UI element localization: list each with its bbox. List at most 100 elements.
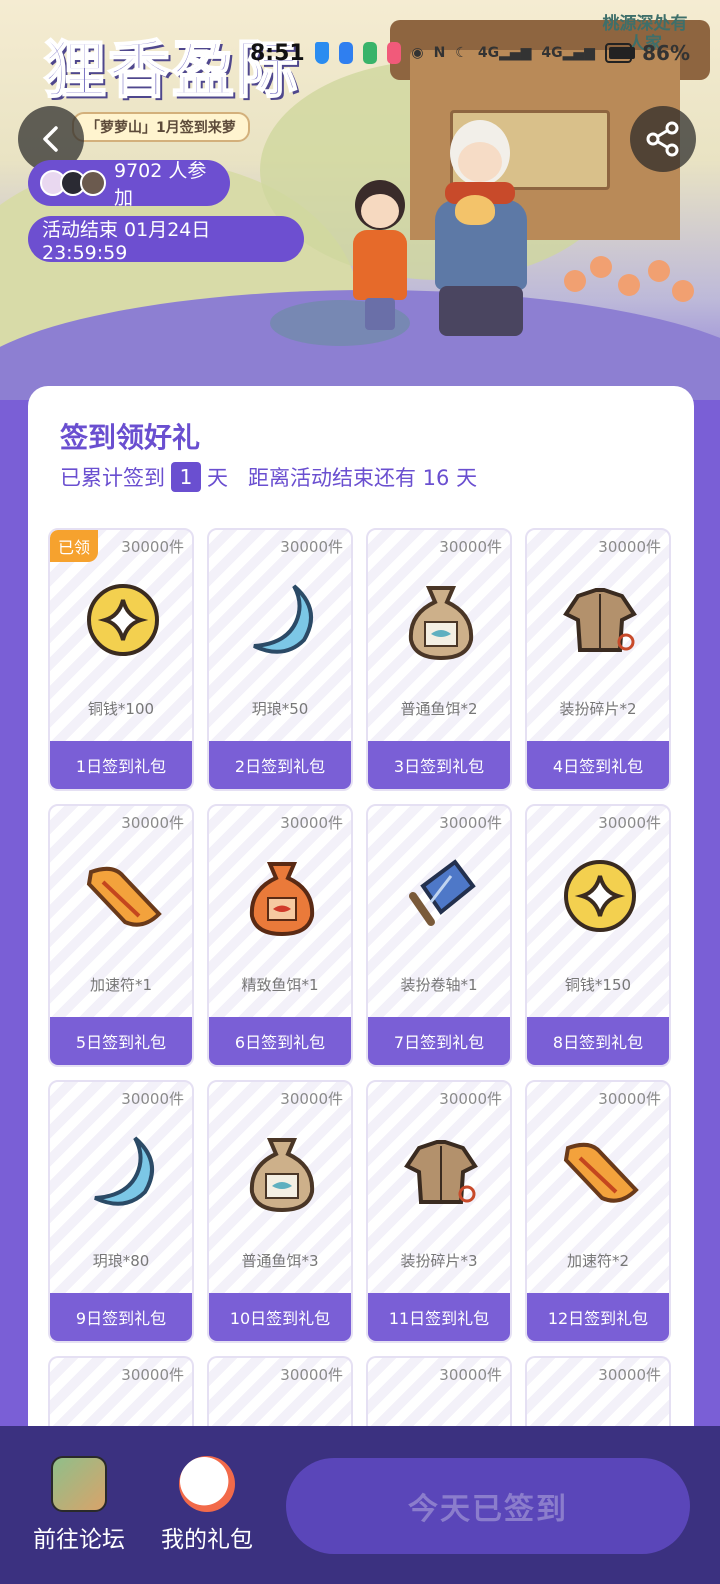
outfit-fragment-icon [404,1140,478,1204]
gift-card[interactable]: 30000件 [525,1356,671,1436]
elder-character [425,120,535,340]
gift-card[interactable]: 30000件 加速符*1 5日签到礼包 [48,804,194,1067]
gift-label: 7日签到礼包 [368,1017,510,1065]
gift-item: 加速符*2 [566,1252,630,1270]
gift-label: 3日签到礼包 [368,741,510,789]
gift-card[interactable]: 30000件 普通鱼饵*2 3日签到礼包 [366,528,512,791]
gift-item: 装扮碎片*2 [559,700,637,718]
gift-card[interactable]: 30000件 装扮碎片*3 11日签到礼包 [366,1080,512,1343]
shield-icon [314,42,329,64]
status-bar: 8:51 ◉ N ☾ 4G▂▄▆ 4G▂▄▆ 86% [250,38,690,68]
share-icon [646,121,679,157]
participants-badge: 9702 人参加 [28,160,230,209]
gift-grid: 已领 30000件 铜钱*100 1日签到礼包 30000件 玥琅*50 2日签… [48,528,671,1436]
child-character [345,180,415,330]
status-time: 8:51 [250,40,305,66]
moon-icon: ☾ [455,45,468,61]
gift-stock: 30000件 [439,538,502,556]
sign-in-progress: 已累计签到 1 天 距离活动结束还有 16 天 [60,462,477,492]
event-end-time: 活动结束 01月24日 23:59:59 [42,218,211,264]
fine-bait-bag-icon [249,862,315,936]
gift-card[interactable]: 30000件 玥琅*50 2日签到礼包 [207,528,353,791]
gift-stock: 30000件 [598,1366,661,1384]
gift-label: 6日签到礼包 [209,1017,351,1065]
gift-card[interactable]: 30000件 [207,1356,353,1436]
forum-label: 前往论坛 [33,1527,125,1553]
speed-talisman-icon [86,866,162,927]
gift-card[interactable]: 30000件 装扮碎片*2 4日签到礼包 [525,528,671,791]
gift-item: 普通鱼饵*3 [241,1252,319,1270]
gift-stock: 30000件 [439,814,502,832]
gift-card[interactable]: 30000件 铜钱*150 8日签到礼包 [525,804,671,1067]
gift-card[interactable]: 30000件 玥琅*80 9日签到礼包 [48,1080,194,1343]
chevron-left-icon [43,126,58,152]
gift-stock: 30000件 [439,1090,502,1108]
flowers [560,250,700,310]
gift-card[interactable]: 30000件 装扮卷轴*1 7日签到礼包 [366,804,512,1067]
gift-label: 4日签到礼包 [527,741,669,789]
my-gifts-label: 我的礼包 [161,1527,253,1553]
event-logo-subtitle: 「萝萝山」1月签到来萝 [72,112,250,142]
copper-coin-icon [87,584,159,656]
gift-item: 玥琅*50 [251,700,309,718]
app-notification-icon [363,42,378,64]
app-notification-icon [387,42,402,64]
gift-card[interactable]: 30000件 精致鱼饵*1 6日签到礼包 [207,804,353,1067]
gift-box-icon [179,1456,235,1512]
gift-card[interactable]: 30000件 普通鱼饵*3 10日签到礼包 [207,1080,353,1343]
gift-card[interactable]: 已领 30000件 铜钱*100 1日签到礼包 [48,528,194,791]
bait-bag-icon [249,1138,315,1212]
gift-card[interactable]: 30000件 [48,1356,194,1436]
gift-stock: 30000件 [598,538,661,556]
app-notification-icon [338,42,354,64]
gift-label: 1日签到礼包 [50,741,192,789]
days-remaining: 距离活动结束还有 16 天 [248,466,478,490]
eye-icon: ◉ [411,45,424,61]
days-signed-count: 1 [171,462,201,492]
bait-bag-icon [408,586,474,660]
nfc-icon: N [433,45,446,61]
gift-item: 铜钱*150 [564,976,632,994]
signed-today-button[interactable]: 今天已签到 [286,1458,690,1554]
gift-label: 11日签到礼包 [368,1293,510,1341]
gift-stock: 30000件 [121,1366,184,1384]
claimed-badge: 已领 [50,530,99,562]
gift-label: 8日签到礼包 [527,1017,669,1065]
gift-item: 铜钱*100 [87,700,155,718]
event-end-badge: 活动结束 01月24日 23:59:59 [28,216,304,264]
gift-label: 9日签到礼包 [50,1293,192,1341]
gift-label: 10日签到礼包 [209,1293,351,1341]
forum-button[interactable]: 前往论坛 [24,1456,134,1554]
bottom-bar: 前往论坛 我的礼包 今天已签到 [0,1426,720,1584]
share-button[interactable] [630,106,696,172]
days-unit: 天 [207,466,228,490]
card-title: 签到领好礼 [60,421,201,454]
gift-label: 2日签到礼包 [209,741,351,789]
outfit-scroll-icon [409,859,476,926]
battery-icon [604,43,636,63]
gift-stock: 30000件 [121,814,184,832]
gift-card[interactable]: 30000件 加速符*2 12日签到礼包 [525,1080,671,1343]
gift-item: 加速符*1 [89,976,153,994]
gift-item: 普通鱼饵*2 [400,700,478,718]
gift-item: 精致鱼饵*1 [241,976,319,994]
gift-label: 5日签到礼包 [50,1017,192,1065]
sign-in-card: 签到领好礼 已累计签到 1 天 距离活动结束还有 16 天 已领 30000件 … [28,386,694,1446]
gift-label: 12日签到礼包 [527,1293,669,1341]
cat-character [455,195,495,225]
speed-talisman-icon [563,1142,639,1203]
gift-card[interactable]: 30000件 [366,1356,512,1436]
gift-stock: 30000件 [280,1366,343,1384]
gift-stock: 30000件 [121,538,184,556]
outfit-fragment-icon [563,588,637,652]
crescent-gem-icon [253,584,313,654]
gift-stock: 30000件 [280,814,343,832]
sign-in-prefix: 已累计签到 [60,466,165,490]
gift-item: 装扮碎片*3 [400,1252,478,1270]
gift-stock: 30000件 [121,1090,184,1108]
gift-stock: 30000件 [439,1366,502,1384]
copper-coin-icon [564,860,636,932]
participant-avatars [40,170,106,196]
my-gifts-button[interactable]: 我的礼包 [152,1456,262,1554]
gift-stock: 30000件 [280,1090,343,1108]
